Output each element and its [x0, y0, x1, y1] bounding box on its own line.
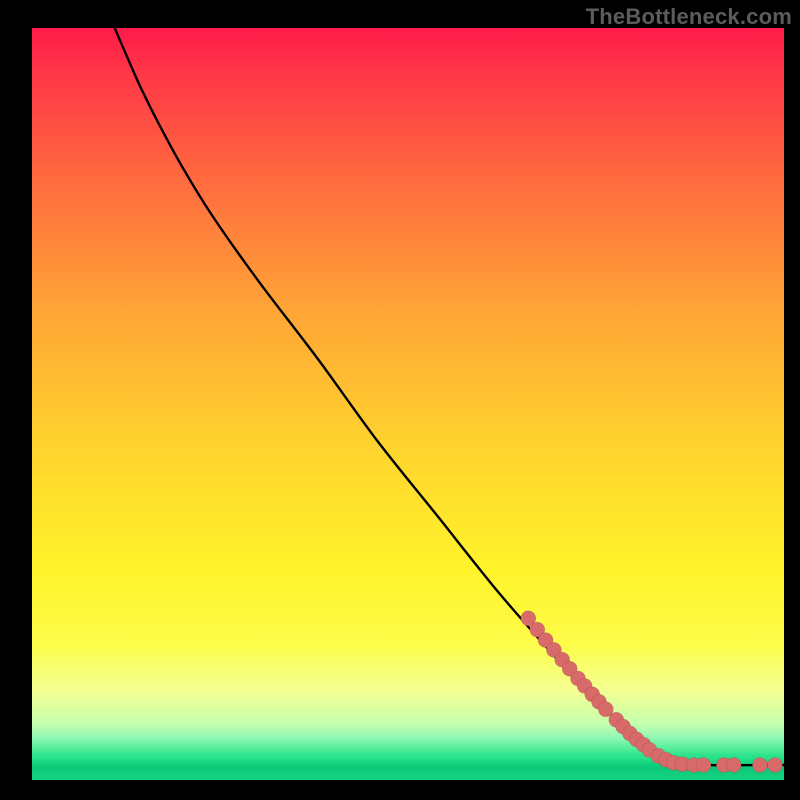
data-dot: [726, 758, 741, 773]
bottleneck-curve: [115, 28, 784, 765]
data-dots-group: [521, 611, 783, 773]
data-dot: [696, 758, 711, 773]
plot-area: [32, 28, 784, 780]
data-dot: [752, 758, 767, 773]
chart-svg: [32, 28, 784, 780]
data-dot: [768, 758, 783, 773]
watermark-text: TheBottleneck.com: [586, 4, 792, 30]
chart-stage: TheBottleneck.com: [0, 0, 800, 800]
